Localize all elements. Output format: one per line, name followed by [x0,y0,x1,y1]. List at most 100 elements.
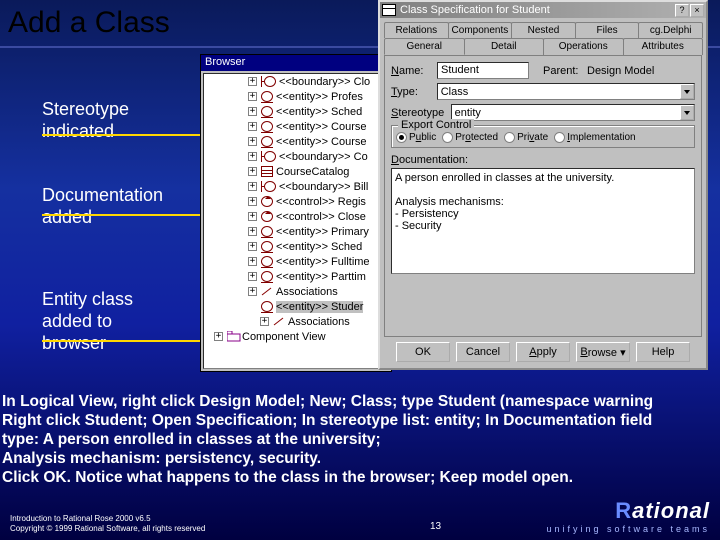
expand-icon[interactable]: + [248,197,257,206]
expand-icon[interactable]: + [248,122,257,131]
control-icon [261,211,273,222]
class-icon [261,166,273,177]
entity-icon [261,106,273,117]
close-button[interactable]: × [690,4,704,17]
tree-item[interactable]: +<<control>> Regis [204,194,388,209]
tab-cg-delphi[interactable]: cg.Delphi [638,22,703,38]
tree-item[interactable]: + Component View [204,329,388,344]
tree-item-label: <<entity>> Parttim [276,271,366,283]
name-label: Name: [391,65,437,77]
expand-icon[interactable]: + [248,182,257,191]
radio-private[interactable]: Private [504,132,548,143]
apply-button[interactable]: Apply [516,342,570,362]
tree-item[interactable]: + <<entity>> Course [204,119,388,134]
tree-item[interactable]: + <<entity>> Parttim [204,269,388,284]
expand-icon[interactable]: + [248,137,257,146]
tree-item[interactable]: <<entity>> Studer [204,299,388,314]
tree-item-label: Associations [288,316,350,328]
chevron-down-icon[interactable] [680,84,694,99]
name-input[interactable]: Student [437,62,529,79]
radio-label: Private [517,132,548,143]
help-button[interactable]: Help [636,342,690,362]
general-tab-panel: Name: Student Parent: Design Model Type:… [384,55,702,337]
tree-item[interactable]: + <<boundary>> Clo [204,74,388,89]
tab-files[interactable]: Files [575,22,640,38]
parent-label: Parent: [543,65,587,77]
radio-icon [504,132,515,143]
browser-tree[interactable]: +<<boundary>> Clo+<<entity>> Profes+<<en… [203,73,389,369]
tab-attributes[interactable]: Attributes [623,38,704,55]
expand-icon[interactable]: + [260,317,269,326]
expand-icon[interactable]: + [248,287,257,296]
tree-item-label: Component View [242,331,326,343]
radio-icon [396,132,407,143]
stereotype-label: Stereotype [391,107,451,119]
entity-icon [261,226,273,237]
expand-icon[interactable]: + [248,152,257,161]
tab-detail[interactable]: Detail [464,38,545,55]
tree-item[interactable]: + <<entity>> Profes [204,89,388,104]
class-spec-dialog: Class Specification for Student ? × Rela… [378,0,708,370]
tab-relations[interactable]: Relations [384,22,449,38]
expand-icon[interactable]: + [248,107,257,116]
radio-protected[interactable]: Protected [442,132,498,143]
expand-icon[interactable]: + [248,227,257,236]
entity-icon [261,271,273,282]
type-dropdown[interactable]: Class [437,83,695,100]
expand-icon[interactable]: + [248,92,257,101]
tree-item-label: CourseCatalog [276,166,349,178]
type-label: Type: [391,86,437,98]
annot-entity-class: Entity class added to browser [42,288,133,354]
context-help-button[interactable]: ? [675,4,689,17]
tree-item[interactable]: +<<entity>> Sched [204,239,388,254]
tab-nested[interactable]: Nested [511,22,576,38]
entity-icon [261,91,273,102]
boundary-icon [264,181,276,192]
tree-item[interactable]: +<<boundary>> Co [204,149,388,164]
ok-button[interactable]: OK [396,342,450,362]
radio-icon [442,132,453,143]
expand-icon[interactable]: + [248,77,257,86]
expand-icon[interactable]: + [248,257,257,266]
tab-general[interactable]: General [384,38,465,55]
tree-item-label: <<entity>> Course [276,121,367,133]
radio-public[interactable]: Public [396,132,436,143]
dialog-title: Class Specification for Student [400,4,550,16]
tree-item[interactable]: + Associations [204,284,388,299]
radio-implementation[interactable]: Implementation [554,132,635,143]
tree-item-label: <<boundary>> Bill [279,181,368,193]
browse-button[interactable]: Browse ▾ [576,342,630,362]
tree-item[interactable]: + <<entity>> Course [204,134,388,149]
tree-item[interactable]: + <<boundary>> Bill [204,179,388,194]
chevron-down-icon[interactable] [680,105,694,120]
tree-item-label: Associations [276,286,338,298]
type-value: Class [441,86,469,98]
tree-item[interactable]: + <<entity>> Fulltime [204,254,388,269]
tree-item[interactable]: +<<entity>> Primary [204,224,388,239]
radio-icon [554,132,565,143]
tab-components[interactable]: Components [448,22,513,38]
tree-item[interactable]: + CourseCatalog [204,164,388,179]
expand-icon[interactable]: + [248,272,257,281]
documentation-textarea[interactable]: A person enrolled in classes at the univ… [391,168,695,274]
tree-item-label: <<boundary>> Clo [279,76,370,88]
stereotype-dropdown[interactable]: entity [451,104,695,121]
expand-icon[interactable]: + [248,242,257,251]
tab-operations[interactable]: Operations [543,38,624,55]
export-control-label: Export Control [398,119,474,131]
expand-icon[interactable]: + [248,212,257,221]
cancel-button[interactable]: Cancel [456,342,510,362]
tree-item-label: <<entity>> Profes [276,91,363,103]
tree-item[interactable]: +<<entity>> Sched [204,104,388,119]
tree-item-label: <<entity>> Fulltime [276,256,370,268]
entity-icon [261,241,273,252]
tree-item-label: <<entity>> Course [276,136,367,148]
expand-icon[interactable]: + [248,167,257,176]
documentation-label: Documentation: [391,154,695,166]
dialog-titlebar[interactable]: Class Specification for Student ? × [380,2,706,18]
tree-item[interactable]: +<<control>> Close [204,209,388,224]
stereotype-value: entity [455,107,481,119]
tree-item[interactable]: + Associations [204,314,388,329]
pkg-icon [227,331,239,342]
expand-icon[interactable]: + [214,332,223,341]
